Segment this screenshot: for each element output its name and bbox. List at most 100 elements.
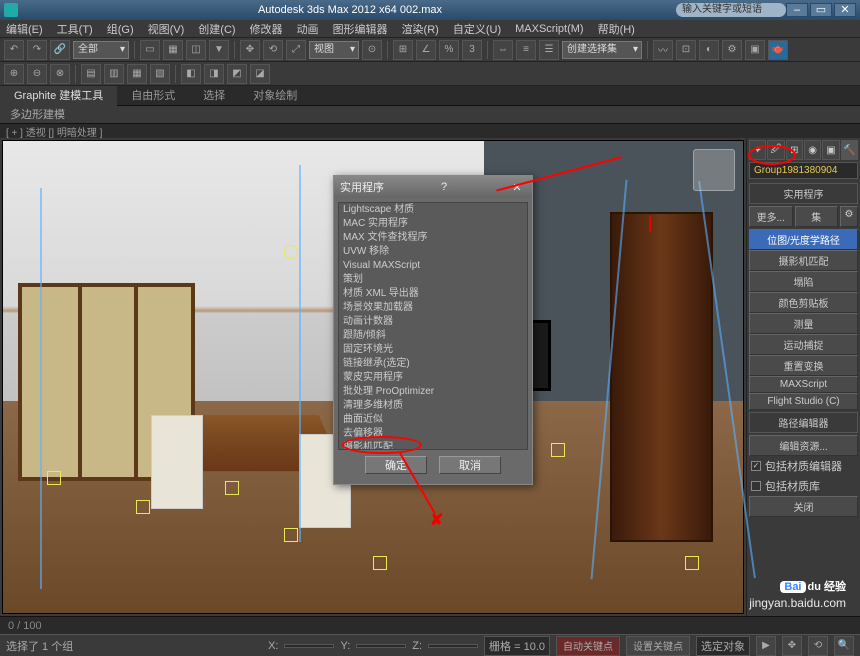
tool-j[interactable]: ◩ [227,64,247,84]
rollout-patheditor[interactable]: 路径编辑器 [749,412,858,433]
util-measure[interactable]: 测量 [749,313,858,334]
more-button[interactable]: 更多... [749,206,793,227]
util-color-clipboard[interactable]: 颜色剪贴板 [749,292,858,313]
tool-g[interactable]: ▧ [150,64,170,84]
menu-help[interactable]: 帮助(H) [598,21,635,37]
ribbon-tab-modeling[interactable]: Graphite 建模工具 [0,86,117,106]
help-search-input[interactable]: 输入关键字或短语 [676,3,786,17]
autokey-button[interactable]: 自动关键点 [556,636,620,656]
dialog-close-button[interactable]: ✕ [508,181,526,194]
nav-orbit-button[interactable]: ⟲ [808,636,828,656]
tool-e[interactable]: ▥ [104,64,124,84]
ribbon-tab-freeform[interactable]: 自由形式 [117,86,189,106]
util-camera-match[interactable]: 摄影机匹配 [749,250,858,271]
list-item[interactable]: Lightscape 材质 [339,203,527,217]
spinner-snap-button[interactable]: 3 [462,40,482,60]
align-button[interactable]: ≡ [516,40,536,60]
layers-button[interactable]: ☰ [539,40,559,60]
viewport-label[interactable]: [ + ] 透视 [] 明暗处理 ] [0,124,860,138]
link-button[interactable]: 🔗 [50,40,70,60]
list-item[interactable]: 动画计数器 [339,315,527,329]
move-button[interactable]: ✥ [240,40,260,60]
angle-snap-button[interactable]: ∠ [416,40,436,60]
tab-utilities[interactable]: 🔨 [841,140,858,160]
tab-display[interactable]: ▣ [822,140,839,160]
menu-modifiers[interactable]: 修改器 [250,21,283,37]
util-collapse[interactable]: 塌陷 [749,271,858,292]
list-item[interactable]: 批处理 ProOptimizer [339,385,527,399]
percent-snap-button[interactable]: % [439,40,459,60]
menu-animation[interactable]: 动画 [297,21,319,37]
redo-button[interactable]: ↷ [27,40,47,60]
menu-rendering[interactable]: 渲染(R) [402,21,439,37]
tool-a[interactable]: ⊕ [4,64,24,84]
ribbon-tab-selection[interactable]: 选择 [189,86,239,106]
curve-editor-button[interactable]: 〰 [653,40,673,60]
minimize-button[interactable]: – [786,3,808,17]
rollout-utilities[interactable]: 实用程序 [749,183,858,204]
list-item[interactable]: 链接继承(选定) [339,357,527,371]
tab-hierarchy[interactable]: ⊞ [786,140,803,160]
list-item[interactable]: 场景效果加载器 [339,301,527,315]
list-item[interactable]: MAX 文件查找程序 [339,231,527,245]
snap-button[interactable]: ⊞ [393,40,413,60]
config-button[interactable]: ⚙ [840,206,858,227]
object-name-field[interactable]: Group1981380904 [749,162,858,179]
named-selset-dropdown[interactable]: 创建选择集 [562,41,642,59]
scale-button[interactable]: ⤢ [286,40,306,60]
dialog-help-icon[interactable]: ? [441,181,447,193]
dialog-titlebar[interactable]: 实用程序 ? ✕ [334,176,532,198]
util-flightstudio[interactable]: Flight Studio (C) [749,393,858,410]
render-frame-button[interactable]: ▣ [745,40,765,60]
coord-x-field[interactable] [284,644,334,648]
list-item[interactable]: 材质 XML 导出器 [339,287,527,301]
refcoord-dropdown[interactable]: 视图 [309,41,359,59]
tool-b[interactable]: ⊖ [27,64,47,84]
mirror-button[interactable]: ⇔ [493,40,513,60]
menu-tools[interactable]: 工具(T) [57,21,93,37]
select-name-button[interactable]: ▦ [163,40,183,60]
select-button[interactable]: ▭ [140,40,160,60]
menu-view[interactable]: 视图(V) [148,21,185,37]
list-item[interactable]: 清理多维材质 [339,399,527,413]
list-item[interactable]: 策划 [339,273,527,287]
menu-edit[interactable]: 编辑(E) [6,21,43,37]
render-setup-button[interactable]: ⚙ [722,40,742,60]
time-slider[interactable]: 0 / 100 [0,616,860,634]
material-editor-button[interactable]: ◐ [699,40,719,60]
close-button[interactable]: ✕ [834,3,856,17]
tab-modify[interactable]: 🖉 [767,140,784,160]
check-include-medit[interactable]: ✓包括材质编辑器 [749,456,858,476]
menu-create[interactable]: 创建(C) [198,21,235,37]
dialog-ok-button[interactable]: 确定 [365,456,427,474]
tab-motion[interactable]: ◉ [804,140,821,160]
keymode-field[interactable]: 选定对象 [696,636,750,656]
check-include-matlib[interactable]: 包括材质库 [749,476,858,496]
utilities-listbox[interactable]: Lightscape 材质MAC 实用程序MAX 文件查找程序UVW 移除Vis… [338,202,528,450]
list-item[interactable]: 跟随/倾斜 [339,329,527,343]
ribbon-tab-objectpaint[interactable]: 对象绘制 [239,86,311,106]
util-bitmap-path[interactable]: 位图/光度学路径 [749,229,858,250]
undo-button[interactable]: ↶ [4,40,24,60]
menu-grapheditors[interactable]: 图形编辑器 [333,21,388,37]
render-button[interactable]: 🫖 [768,40,788,60]
tool-d[interactable]: ▤ [81,64,101,84]
list-item[interactable]: 固定环境光 [339,343,527,357]
list-item[interactable]: 蒙皮实用程序 [339,371,527,385]
filter-button[interactable]: ▼ [209,40,229,60]
list-item[interactable]: MAC 实用程序 [339,217,527,231]
list-item[interactable]: 去偏移器 [339,427,527,441]
list-item[interactable]: UVW 移除 [339,245,527,259]
close-rollout-button[interactable]: 关闭 [749,496,858,517]
tool-c[interactable]: ⊗ [50,64,70,84]
tool-f[interactable]: ▦ [127,64,147,84]
rotate-button[interactable]: ⟲ [263,40,283,60]
util-mocap[interactable]: 运动捕捉 [749,334,858,355]
play-button[interactable]: ▶ [756,636,776,656]
maximize-button[interactable]: ▭ [810,3,832,17]
util-resetxform[interactable]: 重置变换 [749,355,858,376]
menu-customize[interactable]: 自定义(U) [453,21,501,37]
coord-y-field[interactable] [356,644,406,648]
tab-create[interactable]: ✦ [749,140,766,160]
util-maxscript[interactable]: MAXScript [749,376,858,393]
